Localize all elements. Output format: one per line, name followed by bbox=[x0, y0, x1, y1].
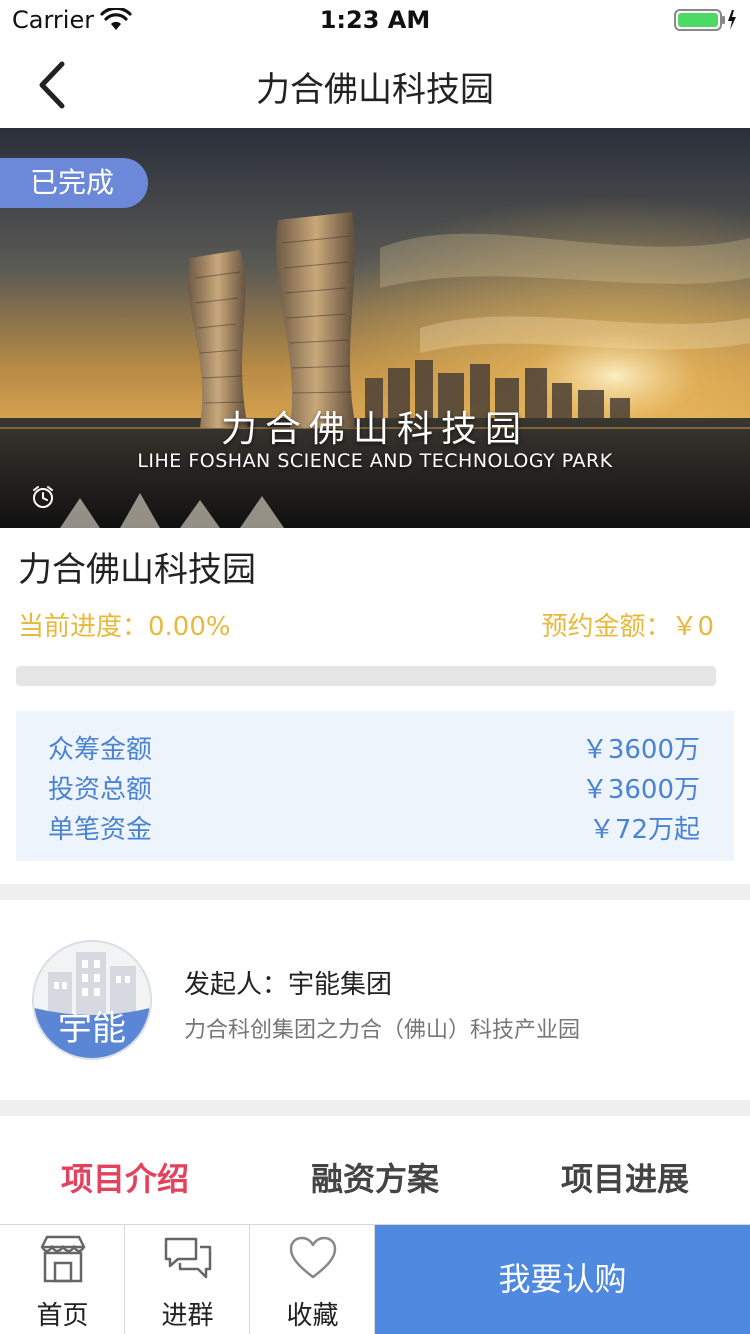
alarm-clock-icon bbox=[30, 484, 56, 514]
home-label: 首页 bbox=[36, 1301, 89, 1331]
status-bar: Carrier 1:23 AM bbox=[0, 0, 750, 40]
sponsor-description: 力合科创集团之力合（佛山）科技产业园 bbox=[184, 1018, 581, 1043]
avatar-text: 宇能 bbox=[58, 1009, 126, 1049]
favorite-button[interactable]: 收藏 bbox=[250, 1225, 375, 1334]
join-group-button[interactable]: 进群 bbox=[125, 1225, 250, 1334]
stat-value: ￥3600万 bbox=[581, 735, 700, 765]
heart-icon bbox=[287, 1233, 339, 1289]
stat-row-minimum-investment: 单笔资金 ￥72万起 bbox=[48, 809, 700, 849]
project-banner-image[interactable]: 已完成 力合佛山科技园 LIHE FOSHAN SCIENCE AND TECH… bbox=[0, 128, 750, 528]
stat-label: 单笔资金 bbox=[48, 815, 153, 845]
tab-project-progress[interactable]: 项目进展 bbox=[500, 1154, 750, 1200]
stat-row-total-investment: 投资总额 ￥3600万 bbox=[48, 769, 700, 809]
stat-label: 投资总额 bbox=[48, 775, 153, 805]
progress-label: 当前进度：0.00% bbox=[18, 612, 231, 642]
tab-project-intro[interactable]: 项目介绍 bbox=[0, 1154, 250, 1200]
navigation-bar: 力合佛山科技园 bbox=[0, 40, 750, 128]
clock-time: 1:23 AM bbox=[319, 6, 431, 34]
join-group-label: 进群 bbox=[161, 1301, 214, 1331]
sponsor-avatar[interactable]: 宇能 bbox=[32, 940, 152, 1060]
progress-bar bbox=[16, 666, 716, 686]
reserve-amount-label: 预约金额：￥0 bbox=[541, 612, 714, 642]
section-divider bbox=[0, 1100, 750, 1116]
stat-value: ￥3600万 bbox=[581, 775, 700, 805]
battery-icon bbox=[674, 8, 738, 36]
chat-icon bbox=[162, 1233, 214, 1289]
project-name: 力合佛山科技园 bbox=[18, 550, 256, 590]
stat-value: ￥72万起 bbox=[588, 815, 700, 845]
detail-tabs: 项目介绍 融资方案 项目进展 bbox=[0, 1116, 750, 1224]
sponsor-name: 发起人：宇能集团 bbox=[184, 970, 393, 1000]
tab-financing-plan[interactable]: 融资方案 bbox=[250, 1154, 500, 1200]
favorite-label: 收藏 bbox=[286, 1301, 339, 1331]
sponsor-card[interactable]: 宇能 发起人：宇能集团 力合科创集团之力合（佛山）科技产业园 bbox=[0, 900, 750, 1100]
bottom-action-bar: 首页 进群 收藏 我要认购 bbox=[0, 1224, 750, 1334]
subscribe-button[interactable]: 我要认购 bbox=[375, 1225, 750, 1334]
stat-row-crowdfunding: 众筹金额 ￥3600万 bbox=[48, 729, 700, 769]
store-icon bbox=[37, 1233, 89, 1289]
page-title: 力合佛山科技园 bbox=[256, 70, 494, 110]
section-divider bbox=[0, 884, 750, 900]
stat-label: 众筹金额 bbox=[48, 735, 153, 765]
banner-subtitle: LIHE FOSHAN SCIENCE AND TECHNOLOGY PARK bbox=[137, 450, 613, 472]
funding-stats: 众筹金额 ￥3600万 投资总额 ￥3600万 单笔资金 ￥72万起 bbox=[16, 711, 734, 861]
home-button[interactable]: 首页 bbox=[0, 1225, 125, 1334]
status-badge: 已完成 bbox=[0, 158, 148, 208]
banner-title: 力合佛山科技园 bbox=[220, 409, 529, 450]
